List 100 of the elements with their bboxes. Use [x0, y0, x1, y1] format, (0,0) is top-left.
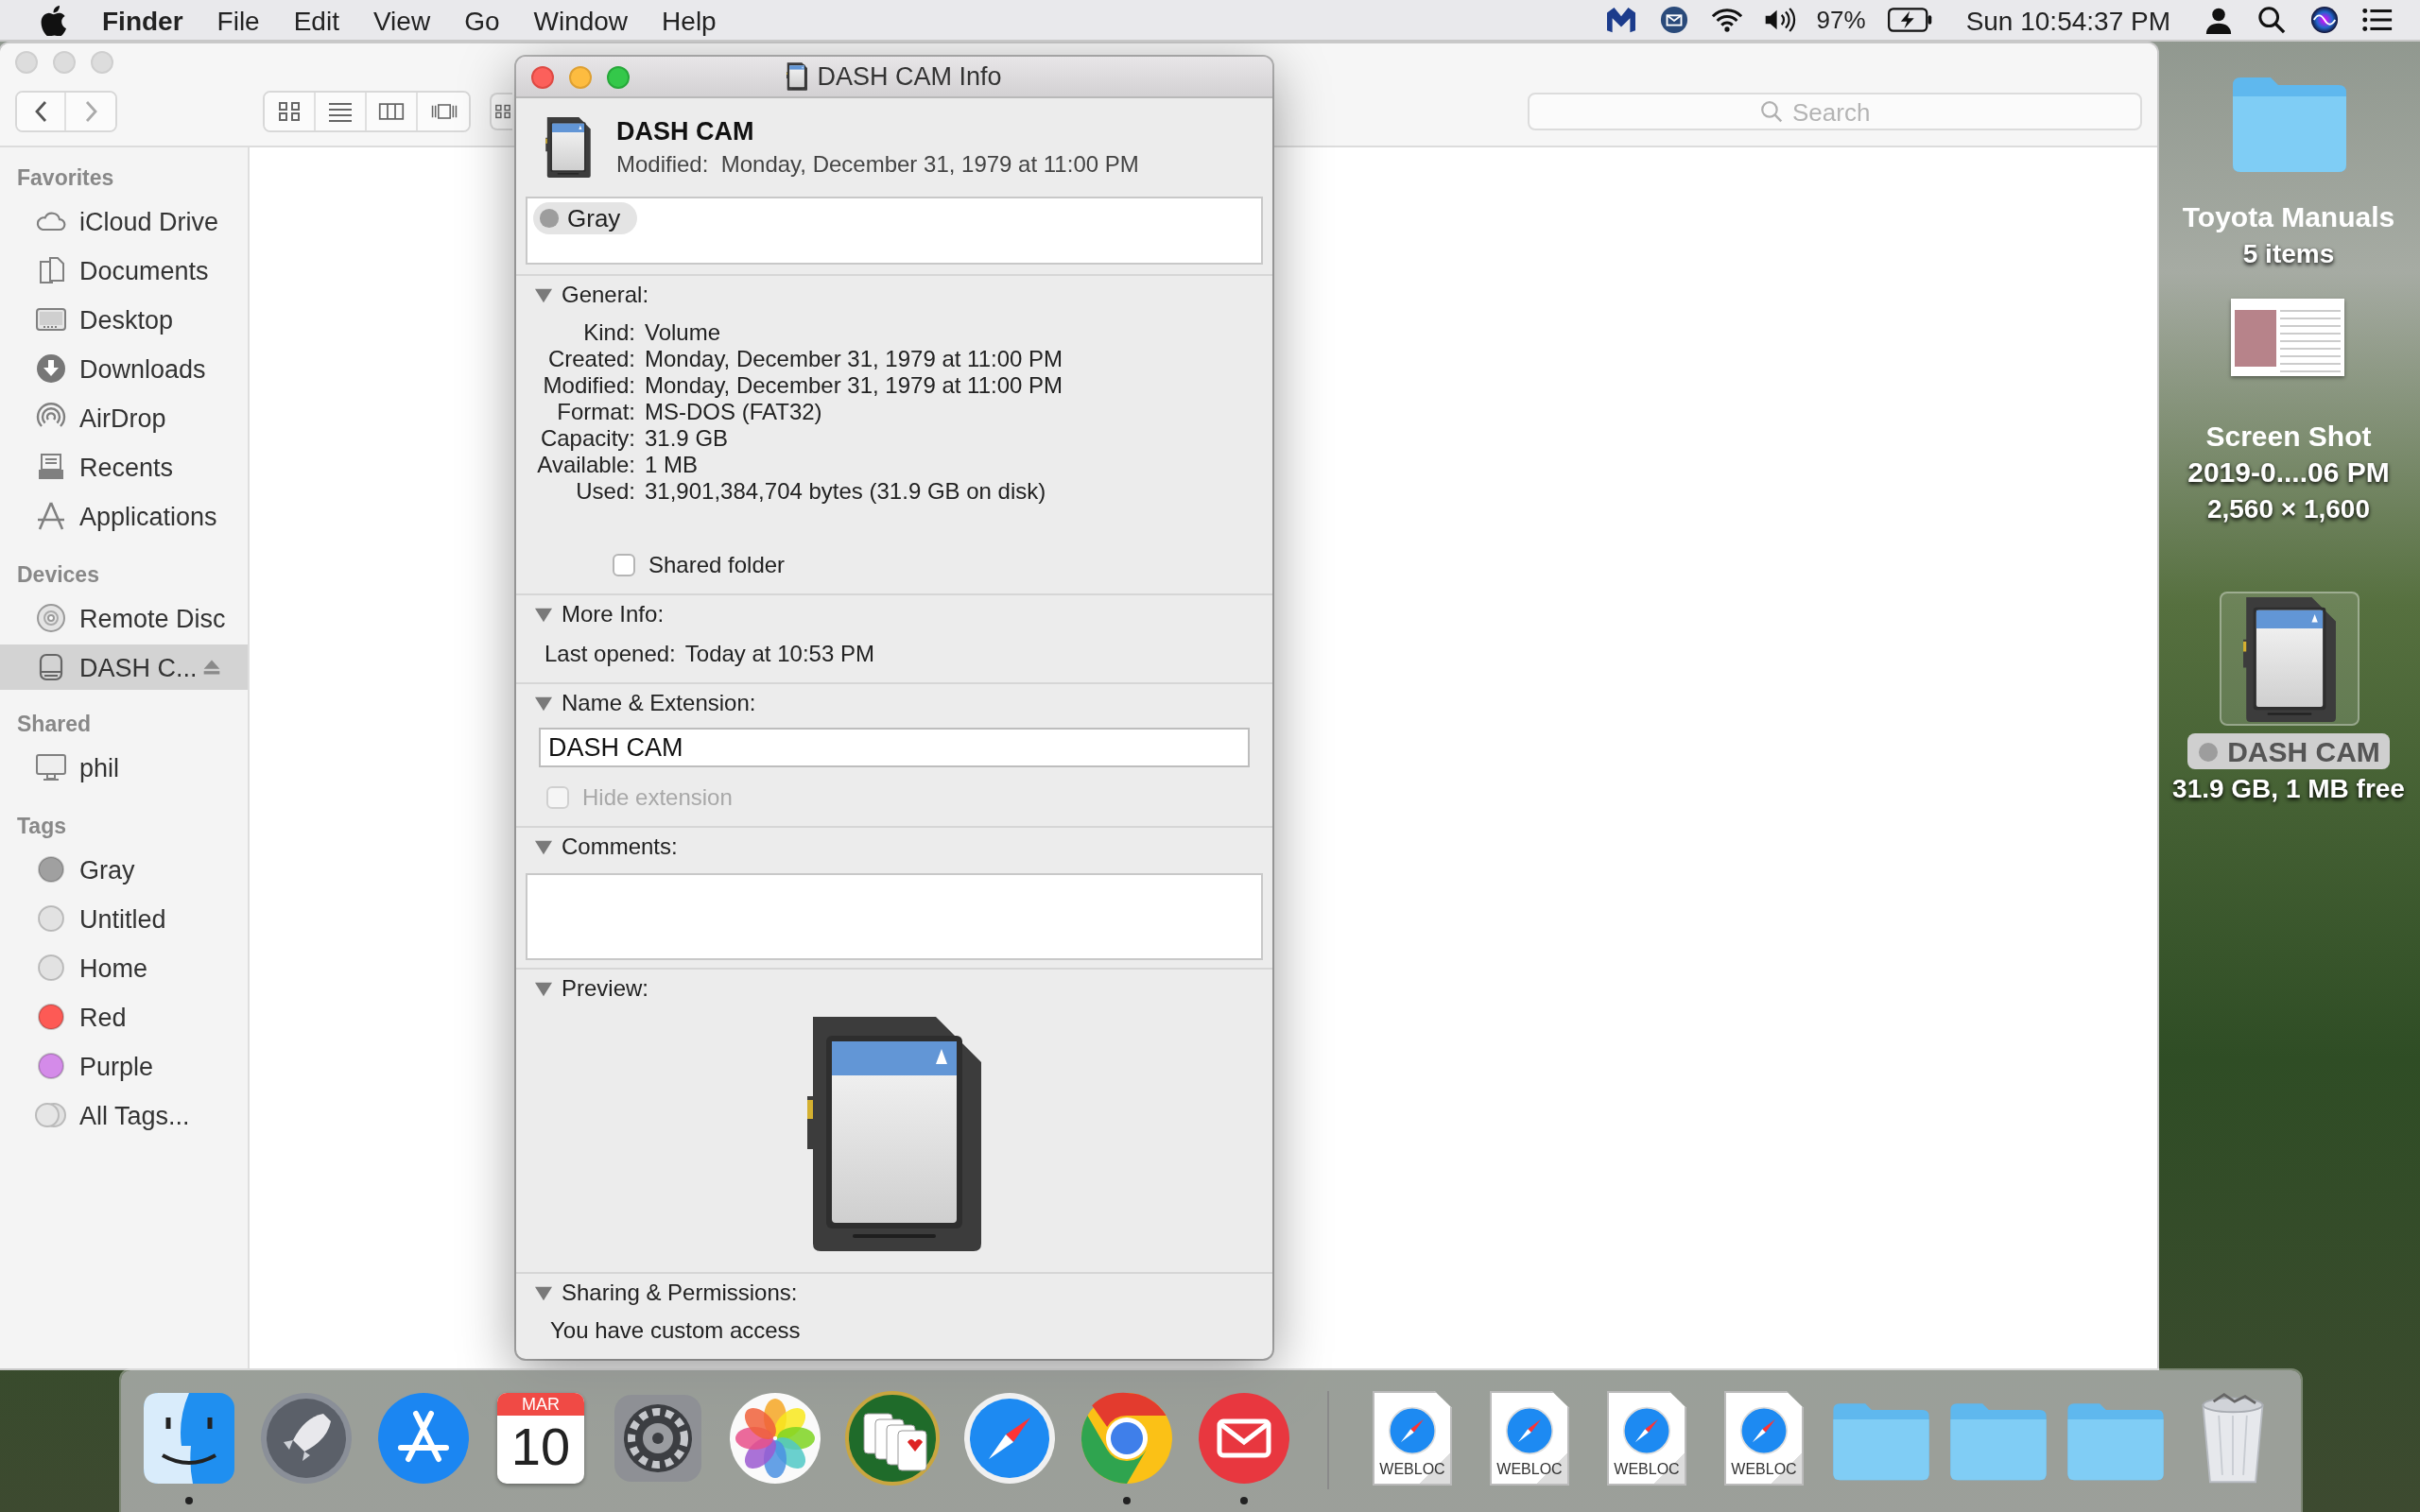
zoom-button[interactable]	[607, 66, 630, 89]
disclosure-triangle-icon[interactable]	[535, 1284, 552, 1301]
sidebar-item[interactable]: Purple	[0, 1041, 248, 1091]
sidebar-item[interactable]: Remote Disc	[0, 593, 248, 643]
sidebar-item[interactable]: Applications	[0, 491, 248, 541]
list-icon[interactable]	[2361, 6, 2394, 34]
battery-charging-icon[interactable]	[1886, 8, 1934, 32]
section-title: Preview:	[562, 975, 649, 1002]
rocket-icon[interactable]	[259, 1391, 354, 1486]
volume-icon[interactable]	[1763, 6, 1796, 34]
search-field[interactable]: Search	[1528, 93, 2142, 130]
sidebar-item[interactable]: Documents	[0, 246, 248, 295]
sd-card-icon	[786, 62, 808, 91]
sidebar-item[interactable]: Desktop	[0, 295, 248, 344]
grid-icon	[276, 100, 302, 123]
sidebar-section-title: Shared	[16, 712, 92, 737]
icon-view-button[interactable]	[265, 93, 316, 130]
field-value: MS-DOS (FAT32)	[645, 399, 823, 425]
checkbox-label: Hide extension	[582, 784, 733, 811]
field-label: Modified:	[542, 372, 635, 399]
disclosure-triangle-icon[interactable]	[535, 980, 552, 997]
field-label: Last opened:	[544, 641, 676, 667]
menu-item[interactable]: Edit	[276, 0, 356, 41]
checkbox[interactable]	[613, 554, 635, 576]
field-value: Monday, December 31, 1979 at 11:00 PM	[645, 346, 1064, 372]
chrome-browser-icon[interactable]	[1080, 1391, 1174, 1486]
calendar-icon[interactable]: MAR 10	[497, 1393, 584, 1484]
compass-icon	[1739, 1406, 1789, 1455]
back-button[interactable]	[17, 93, 66, 130]
menu-item[interactable]: File	[199, 0, 277, 41]
field-value: Today at 10:53 PM	[684, 641, 874, 667]
disc-icon	[34, 603, 68, 633]
sidebar-item[interactable]: AirDrop	[0, 393, 248, 442]
section-title: More Info:	[562, 601, 665, 627]
sidebar-section-title: Devices	[16, 562, 100, 588]
clock[interactable]: Sun 10:54:37 PM	[1954, 0, 2182, 41]
finder-face-icon[interactable]	[142, 1391, 236, 1486]
field-label: Kind:	[582, 319, 635, 346]
close-button[interactable]	[531, 66, 554, 89]
menu-item[interactable]: Go	[447, 0, 517, 41]
webloc-file-button[interactable]: WEBLOC	[1490, 1391, 1569, 1486]
desktop-icon-name[interactable]: 2019-0....06 PM	[2187, 454, 2390, 490]
sidebar-item[interactable]: Red	[0, 992, 248, 1041]
sidebar-item[interactable]: phil	[0, 743, 248, 792]
sidebar-item[interactable]: DASH C...	[0, 644, 248, 690]
name-field[interactable]: DASH CAM	[539, 728, 1250, 767]
webloc-file-button[interactable]: WEBLOC	[1373, 1391, 1452, 1486]
field-value: 31.9 GB	[645, 425, 730, 452]
shield-m-icon[interactable]	[1604, 6, 1637, 34]
sidebar-item[interactable]: Recents	[0, 442, 248, 491]
field-label: Created:	[546, 346, 635, 372]
sidebar-item[interactable]: Downloads	[0, 344, 248, 393]
tags-field[interactable]: Gray	[526, 197, 1263, 265]
sidebar-section-title: Favorites	[16, 165, 115, 191]
menu-item[interactable]: Window	[516, 0, 646, 41]
selection-frame[interactable]	[2219, 592, 2359, 726]
window-title: DASH CAM Info	[817, 62, 1002, 91]
search-icon[interactable]	[2256, 6, 2288, 34]
field-value: Volume	[645, 319, 722, 346]
overlapping-circles-icon	[34, 1100, 68, 1130]
envelope-icon[interactable]	[1197, 1391, 1291, 1486]
disclosure-triangle-icon[interactable]	[535, 838, 552, 855]
photo-placeholder	[2235, 310, 2277, 367]
field-label: Format:	[556, 399, 635, 425]
flower-icon[interactable]	[728, 1391, 822, 1486]
wifi-icon[interactable]	[1710, 6, 1743, 34]
tag-token[interactable]: Gray	[533, 202, 638, 234]
sidebar-item[interactable]: Gray	[0, 845, 248, 894]
sidebar-item[interactable]: Home	[0, 943, 248, 992]
eject-icon[interactable]	[202, 658, 221, 677]
desktop-icon-name[interactable]: Screen Shot	[2196, 418, 2381, 454]
arrange-button[interactable]	[490, 93, 512, 130]
webloc-file-button[interactable]: WEBLOC	[1607, 1391, 1686, 1486]
field-value: 1 MB	[645, 452, 700, 478]
desktop-icon-label[interactable]: DASH CAM	[2187, 733, 2390, 769]
app-menu[interactable]: Finder	[85, 0, 200, 41]
sidebar-item[interactable]: iCloud Drive	[0, 197, 248, 246]
field-label: Capacity:	[539, 425, 635, 452]
desktop-icon-info: 5 items	[2242, 237, 2335, 270]
disclosure-triangle-icon[interactable]	[535, 695, 552, 712]
menu-item[interactable]: Help	[645, 0, 734, 41]
volume-name: DASH CAM	[616, 117, 755, 146]
section-title: General:	[562, 282, 649, 308]
comments-field[interactable]	[526, 873, 1263, 960]
field-value: 31,901,384,704 bytes (31.9 GB on disk)	[645, 478, 1047, 505]
menu-item[interactable]: View	[355, 0, 448, 41]
app-store-icon[interactable]	[376, 1391, 471, 1486]
desktop-icon-info: 31.9 GB, 1 MB free	[2172, 772, 2405, 805]
sidebar-item[interactable]: Untitled	[0, 894, 248, 943]
sidebar-section-title: Tags	[16, 814, 67, 840]
screenshot-thumbnail[interactable]	[2231, 299, 2345, 376]
playing-cards-icon[interactable]	[845, 1391, 940, 1486]
compass-icon[interactable]	[962, 1391, 1057, 1486]
disclosure-triangle-icon[interactable]	[535, 286, 552, 303]
webloc-file-button[interactable]: WEBLOC	[1724, 1391, 1804, 1486]
sidebar-item[interactable]: All Tags...	[0, 1091, 248, 1140]
lines-icon	[327, 100, 354, 123]
disclosure-triangle-icon[interactable]	[535, 606, 552, 623]
apple-logo-icon[interactable]	[40, 5, 66, 35]
siri-icon[interactable]	[2308, 6, 2341, 34]
